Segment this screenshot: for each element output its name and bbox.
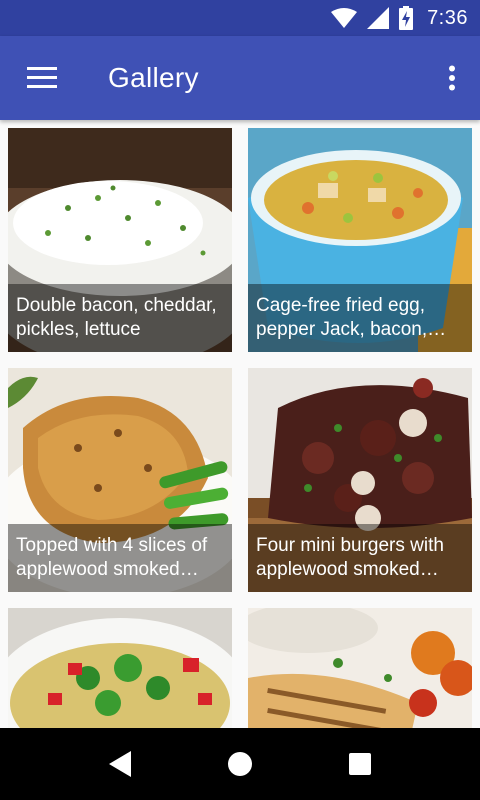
gallery-item-4[interactable]: Four mini burgers with applewood smoked …: [248, 368, 472, 592]
back-button[interactable]: [85, 728, 155, 800]
gallery-grid: Double bacon, cheddar, pickles, lettuce …: [0, 120, 480, 728]
home-button[interactable]: [205, 728, 275, 800]
overflow-menu-button[interactable]: [424, 36, 480, 120]
recents-button[interactable]: [325, 728, 395, 800]
vegetable-soup-image: [8, 608, 232, 728]
gallery-item-caption: Topped with 4 slices of applewood smoked…: [16, 535, 208, 580]
home-circle-icon: [228, 752, 252, 776]
gallery-item-6[interactable]: [248, 608, 472, 728]
more-vert-icon: [449, 65, 455, 91]
caption-overlay: Topped with 4 slices of applewood smoked…: [8, 524, 232, 592]
caption-overlay: Four mini burgers with applewood smoked …: [248, 524, 472, 592]
status-time: 7:36: [427, 6, 468, 29]
gallery-item-3[interactable]: Topped with 4 slices of applewood smoked…: [8, 368, 232, 592]
navigation-bar: [0, 728, 480, 800]
menu-button[interactable]: [0, 36, 84, 120]
recents-square-icon: [349, 753, 371, 775]
page-title: Gallery: [108, 62, 199, 93]
battery-charging-icon: [399, 6, 414, 30]
hamburger-menu-icon: [27, 67, 57, 88]
signal-icon: [367, 7, 390, 29]
gallery-item-2[interactable]: Cage-free fried egg, pepper Jack, bacon,…: [248, 128, 472, 352]
grilled-fish-image: [248, 608, 472, 728]
wifi-icon: [331, 8, 358, 28]
caption-overlay: Double bacon, cheddar, pickles, lettuce: [8, 284, 232, 352]
status-bar: 7:36: [0, 0, 480, 36]
gallery-item-5[interactable]: [8, 608, 232, 728]
gallery-item-caption: Cage-free fried egg, pepper Jack, bacon,…: [256, 295, 428, 340]
gallery-item-1[interactable]: Double bacon, cheddar, pickles, lettuce: [8, 128, 232, 352]
gallery-item-caption: Four mini burgers with applewood smoked …: [256, 535, 444, 580]
back-triangle-icon: [109, 751, 131, 777]
gallery-item-caption: Double bacon, cheddar, pickles, lettuce: [16, 295, 217, 340]
caption-overlay: Cage-free fried egg, pepper Jack, bacon,…: [248, 284, 472, 352]
app-bar: Gallery: [0, 36, 480, 120]
